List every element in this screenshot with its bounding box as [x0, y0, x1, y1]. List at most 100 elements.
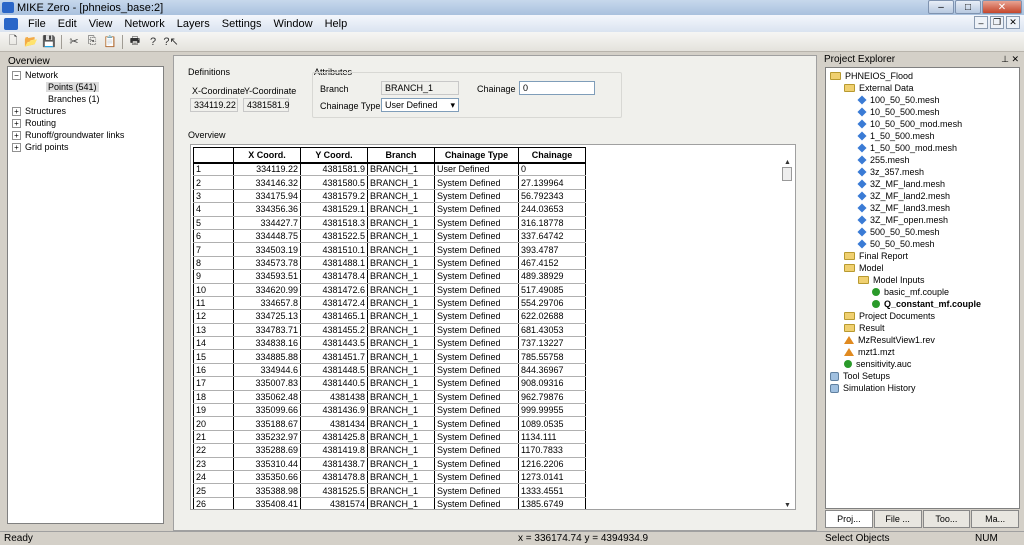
table-cell[interactable]: System Defined [434, 256, 519, 271]
project-tree-item[interactable]: 1_50_500.mesh [857, 131, 935, 141]
table-cell[interactable]: 4381478.8 [300, 470, 368, 485]
table-cell[interactable]: 334146.32 [233, 175, 301, 190]
maximize-button[interactable]: □ [955, 0, 981, 14]
cut-icon[interactable]: ✂ [65, 34, 83, 50]
table-cell[interactable]: 337.64742 [518, 229, 586, 244]
scroll-up-icon[interactable]: ▲ [784, 159, 791, 166]
row-index-cell[interactable]: 16 [193, 363, 234, 378]
tree-routing[interactable]: + Routing [12, 118, 56, 128]
table-cell[interactable]: 1134.111 [518, 430, 586, 445]
print-icon[interactable]: 🖶 [126, 34, 144, 50]
table-cell[interactable]: 622.02688 [518, 309, 586, 324]
row-index-cell[interactable]: 20 [193, 416, 234, 431]
table-cell[interactable]: 56.792343 [518, 189, 586, 204]
row-index-cell[interactable]: 7 [193, 242, 234, 257]
table-cell[interactable]: System Defined [434, 349, 519, 364]
table-cell[interactable]: 737.13227 [518, 336, 586, 351]
table-cell[interactable]: 334620.99 [233, 283, 301, 297]
table-cell[interactable]: 1385.6749 [518, 497, 586, 509]
table-cell[interactable]: System Defined [434, 189, 519, 204]
row-index-cell[interactable]: 17 [193, 376, 234, 391]
project-tree-item[interactable]: Project Documents [844, 311, 935, 321]
table-cell[interactable]: 1216.2206 [518, 457, 586, 471]
table-cell[interactable]: System Defined [434, 175, 519, 190]
table-cell[interactable]: BRANCH_1 [367, 403, 435, 418]
row-index-cell[interactable]: 9 [193, 269, 234, 284]
table-cell[interactable]: 4381451.7 [300, 349, 368, 364]
minimize-button[interactable]: – [928, 0, 954, 14]
row-index-cell[interactable]: 23 [193, 457, 234, 471]
table-cell[interactable]: BRANCH_1 [367, 349, 435, 364]
project-tree-item[interactable]: Q_constant_mf.couple [872, 299, 981, 309]
table-cell[interactable]: 4381443.5 [300, 336, 368, 351]
row-index-cell[interactable]: 14 [193, 336, 234, 351]
expand-icon[interactable]: + [12, 118, 21, 128]
table-cell[interactable]: BRANCH_1 [367, 416, 435, 431]
project-tree-item[interactable]: MzResultView1.rev [844, 335, 935, 345]
save-icon[interactable]: 💾 [40, 34, 58, 50]
table-row[interactable]: 26 335408.41 4381574 BRANCH_1 System Defined… [193, 497, 586, 509]
row-index-cell[interactable]: 6 [193, 229, 234, 244]
table-cell[interactable]: 1089.0535 [518, 416, 586, 431]
open-icon[interactable]: 📂 [22, 34, 40, 50]
table-cell[interactable]: 4381438.7 [300, 457, 368, 471]
branch-field[interactable]: BRANCH_1 [381, 81, 459, 95]
project-tree-item[interactable]: 500_50_50.mesh [857, 227, 940, 237]
table-cell[interactable]: System Defined [434, 216, 519, 230]
tab-map[interactable]: Ma... [971, 510, 1019, 528]
table-cell[interactable]: 334119.22 [233, 162, 301, 177]
menu-file[interactable]: File [22, 18, 52, 30]
table-cell[interactable]: 4381434 [300, 416, 368, 431]
expand-icon[interactable]: + [12, 130, 21, 140]
row-index-cell[interactable]: 15 [193, 349, 234, 364]
table-cell[interactable]: System Defined [434, 202, 519, 217]
table-cell[interactable]: 335408.41 [233, 497, 301, 509]
mdi-minimize-button[interactable]: – [974, 16, 988, 29]
y-coordinate-field[interactable]: 4381581.9 [243, 98, 290, 112]
table-cell[interactable]: 4381581.9 [300, 162, 368, 177]
table-cell[interactable]: BRANCH_1 [367, 430, 435, 445]
tab-tools[interactable]: Too... [922, 510, 971, 528]
tree-points[interactable]: Points (541) [46, 82, 99, 92]
table-cell[interactable]: 908.09316 [518, 376, 586, 391]
table-cell[interactable]: BRANCH_1 [367, 497, 435, 509]
table-row[interactable]: 7 334503.19 4381510.1 BRANCH_1 System Define… [193, 242, 586, 257]
table-cell[interactable]: System Defined [434, 430, 519, 445]
table-cell[interactable]: 335310.44 [233, 457, 301, 471]
table-cell[interactable]: BRANCH_1 [367, 443, 435, 458]
row-index-cell[interactable]: 1 [193, 162, 234, 177]
table-cell[interactable]: BRANCH_1 [367, 175, 435, 190]
table-cell[interactable]: System Defined [434, 443, 519, 458]
column-header[interactable]: Chainage Type [434, 147, 519, 164]
index-column-header[interactable] [193, 147, 234, 164]
table-cell[interactable]: 1333.4551 [518, 483, 586, 498]
table-row[interactable]: 21 335232.97 4381425.8 BRANCH_1 System Defin… [193, 430, 586, 445]
mdi-close-button[interactable]: ✕ [1006, 16, 1020, 29]
chainage-input[interactable]: 0 [519, 81, 595, 95]
table-cell[interactable]: BRANCH_1 [367, 269, 435, 284]
table-cell[interactable]: System Defined [434, 457, 519, 471]
row-index-cell[interactable]: 3 [193, 189, 234, 204]
expand-icon[interactable]: + [12, 142, 21, 152]
table-cell[interactable]: System Defined [434, 242, 519, 257]
row-index-cell[interactable]: 24 [193, 470, 234, 485]
row-index-cell[interactable]: 10 [193, 283, 234, 297]
project-tree-item[interactable]: PHNEIOS_Flood [830, 71, 913, 81]
table-row[interactable]: 18 335062.48 4381438 BRANCH_1 System Defined… [193, 390, 586, 405]
project-tree-item[interactable]: Model [844, 263, 884, 273]
project-tree-item[interactable]: 3Z_MF_land.mesh [857, 179, 945, 189]
table-row[interactable]: 10 334620.99 4381472.6 BRANCH_1 System Defin… [193, 283, 586, 297]
row-index-cell[interactable]: 13 [193, 323, 234, 338]
table-cell[interactable]: 4381419.8 [300, 443, 368, 458]
table-cell[interactable]: 4381438 [300, 390, 368, 405]
table-cell[interactable]: 334885.88 [233, 349, 301, 364]
table-row[interactable]: 4 334356.36 4381529.1 BRANCH_1 System Define… [193, 202, 586, 217]
table-cell[interactable]: System Defined [434, 483, 519, 498]
table-cell[interactable]: System Defined [434, 470, 519, 485]
table-row[interactable]: 11 334657.8 4381472.4 BRANCH_1 System Define… [193, 296, 586, 311]
collapse-icon[interactable]: − [12, 70, 21, 80]
table-row[interactable]: 14 334838.16 4381443.5 BRANCH_1 System Defin… [193, 336, 586, 351]
table-cell[interactable]: System Defined [434, 309, 519, 324]
project-tree-item[interactable]: 3z_357.mesh [857, 167, 924, 177]
table-cell[interactable]: BRANCH_1 [367, 457, 435, 471]
